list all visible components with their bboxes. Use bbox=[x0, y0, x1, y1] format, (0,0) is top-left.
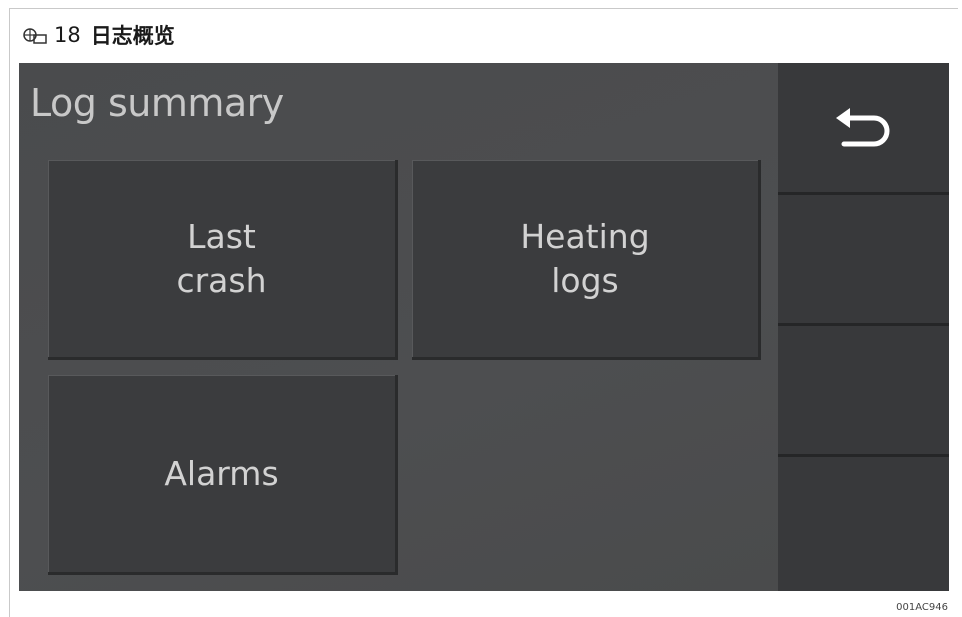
device-screen: Log summary Last crash Heating logs Alar… bbox=[19, 63, 949, 591]
last-crash-label-line2: crash bbox=[176, 260, 267, 300]
main-panel: Log summary Last crash Heating logs Alar… bbox=[19, 63, 778, 591]
sidebar-button-2[interactable] bbox=[778, 195, 949, 326]
screen-title: Log summary bbox=[30, 81, 284, 125]
sidebar-button-3[interactable] bbox=[778, 326, 949, 457]
figure-number: 18 bbox=[54, 23, 81, 47]
back-arrow-icon bbox=[835, 107, 889, 146]
heating-logs-button[interactable]: Heating logs bbox=[412, 160, 761, 360]
heating-logs-label-line1: Heating bbox=[520, 216, 650, 256]
last-crash-label-line1: Last bbox=[187, 216, 256, 256]
heating-logs-label-line2: logs bbox=[551, 260, 619, 300]
sidebar bbox=[778, 63, 949, 591]
frame-top-rule bbox=[9, 8, 958, 9]
image-code: 001AC946 bbox=[896, 602, 948, 613]
last-crash-button[interactable]: Last crash bbox=[48, 160, 398, 360]
figure-title: 日志概览 bbox=[90, 24, 175, 48]
figure-caption: 18 日志概览 bbox=[22, 20, 175, 50]
alarms-label: Alarms bbox=[164, 453, 279, 493]
alarms-button[interactable]: Alarms bbox=[48, 375, 398, 575]
sidebar-button-4[interactable] bbox=[778, 457, 949, 591]
figure-icon bbox=[23, 28, 47, 44]
frame-left-rule bbox=[9, 8, 10, 617]
back-button[interactable] bbox=[778, 63, 949, 195]
